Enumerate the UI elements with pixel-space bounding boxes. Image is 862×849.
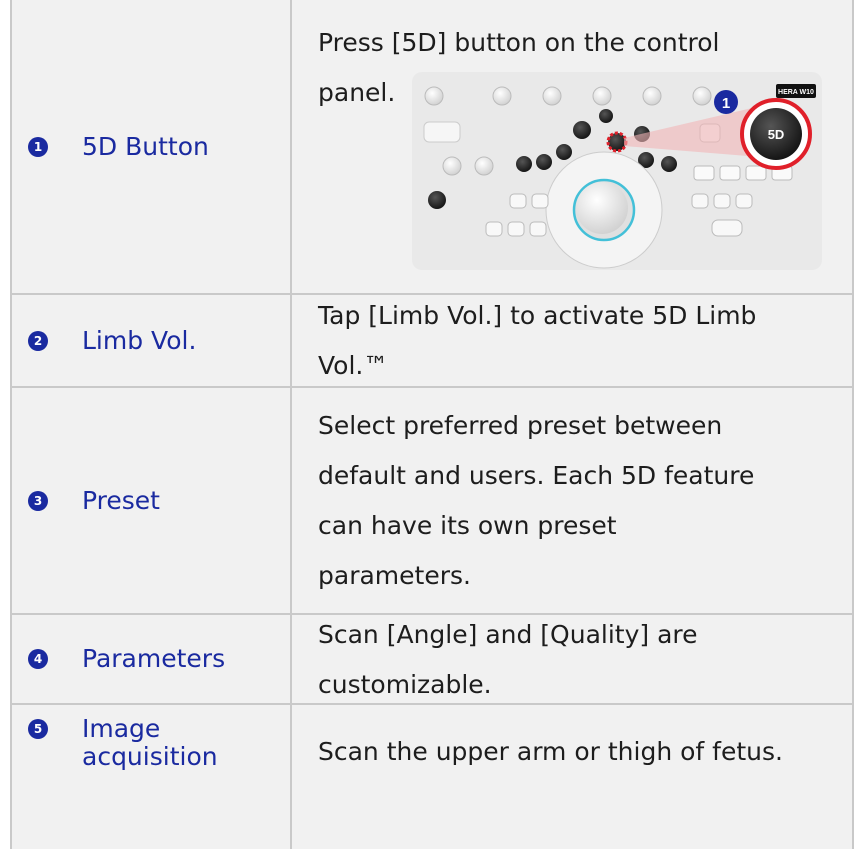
label-cell: 1 5D Button [12, 0, 290, 293]
top-knob-row [424, 86, 712, 106]
step-number-badge: 3 [28, 490, 48, 511]
row-label: Parameters [82, 644, 226, 673]
step-number-badge: 5 [28, 719, 48, 739]
description-line: Select preferred preset between [318, 411, 723, 440]
table-row: 4 Parameters Scan [Angle] and [Quality] … [12, 615, 852, 705]
row-label-line: Image [82, 714, 161, 743]
label-cell: 4 Parameters [12, 615, 290, 703]
row-label: Preset [82, 485, 160, 515]
row-label: 5D Button [82, 131, 209, 161]
description-line: Press [5D] button on the control [318, 28, 720, 57]
column-divider [290, 0, 292, 293]
label-cell: 2 Limb Vol. [12, 295, 290, 386]
description-line: Scan the upper arm or thigh of fetus. [318, 737, 783, 766]
step-number-badge: 1 [28, 136, 48, 157]
description-line: Tap [Limb Vol.] to activate 5D Limb [318, 301, 757, 330]
column-divider [290, 615, 292, 703]
column-divider [290, 295, 292, 386]
table-row: 1 5D Button Press [5D] button on the con… [12, 0, 852, 295]
description-line: customizable. [318, 670, 492, 699]
description-line: Vol.™ [318, 351, 389, 380]
description-cell: Scan [Angle] and [Quality] are customiza… [318, 610, 842, 703]
description-line: can have its own preset [318, 511, 617, 540]
description-line: Scan [Angle] and [Quality] are [318, 620, 698, 649]
description-cell: Scan the upper arm or thigh of fetus. [318, 727, 842, 849]
brand-label: HERA W10 [778, 89, 814, 96]
label-cell: 5 Image acquisition [12, 705, 290, 795]
row-label: Limb Vol. [82, 325, 197, 355]
description-line: default and users. Each 5D feature [318, 461, 755, 490]
5d-button-label: 5D [768, 127, 785, 142]
row-label: Image acquisition [82, 715, 218, 771]
table-row: 5 Image acquisition Scan the upper arm o… [12, 705, 852, 849]
callout-number: 1 [722, 95, 730, 112]
column-divider [290, 388, 292, 613]
control-panel-image: HERA W10 5D 1 [412, 72, 822, 270]
table-row: 2 Limb Vol. Tap [Limb Vol.] to activate … [12, 295, 852, 388]
step-number-badge: 4 [28, 649, 48, 669]
description-line: parameters. [318, 561, 471, 590]
description-cell: Tap [Limb Vol.] to activate 5D Limb Vol.… [318, 291, 842, 386]
row-label-line: acquisition [82, 742, 218, 771]
description-cell: Select preferred preset between default … [318, 401, 842, 613]
step-number-badge: 2 [28, 330, 48, 351]
column-divider [290, 705, 292, 849]
feature-table: 1 5D Button Press [5D] button on the con… [10, 0, 854, 849]
label-cell: 3 Preset [12, 388, 290, 613]
table-row: 3 Preset Select preferred preset between… [12, 388, 852, 615]
